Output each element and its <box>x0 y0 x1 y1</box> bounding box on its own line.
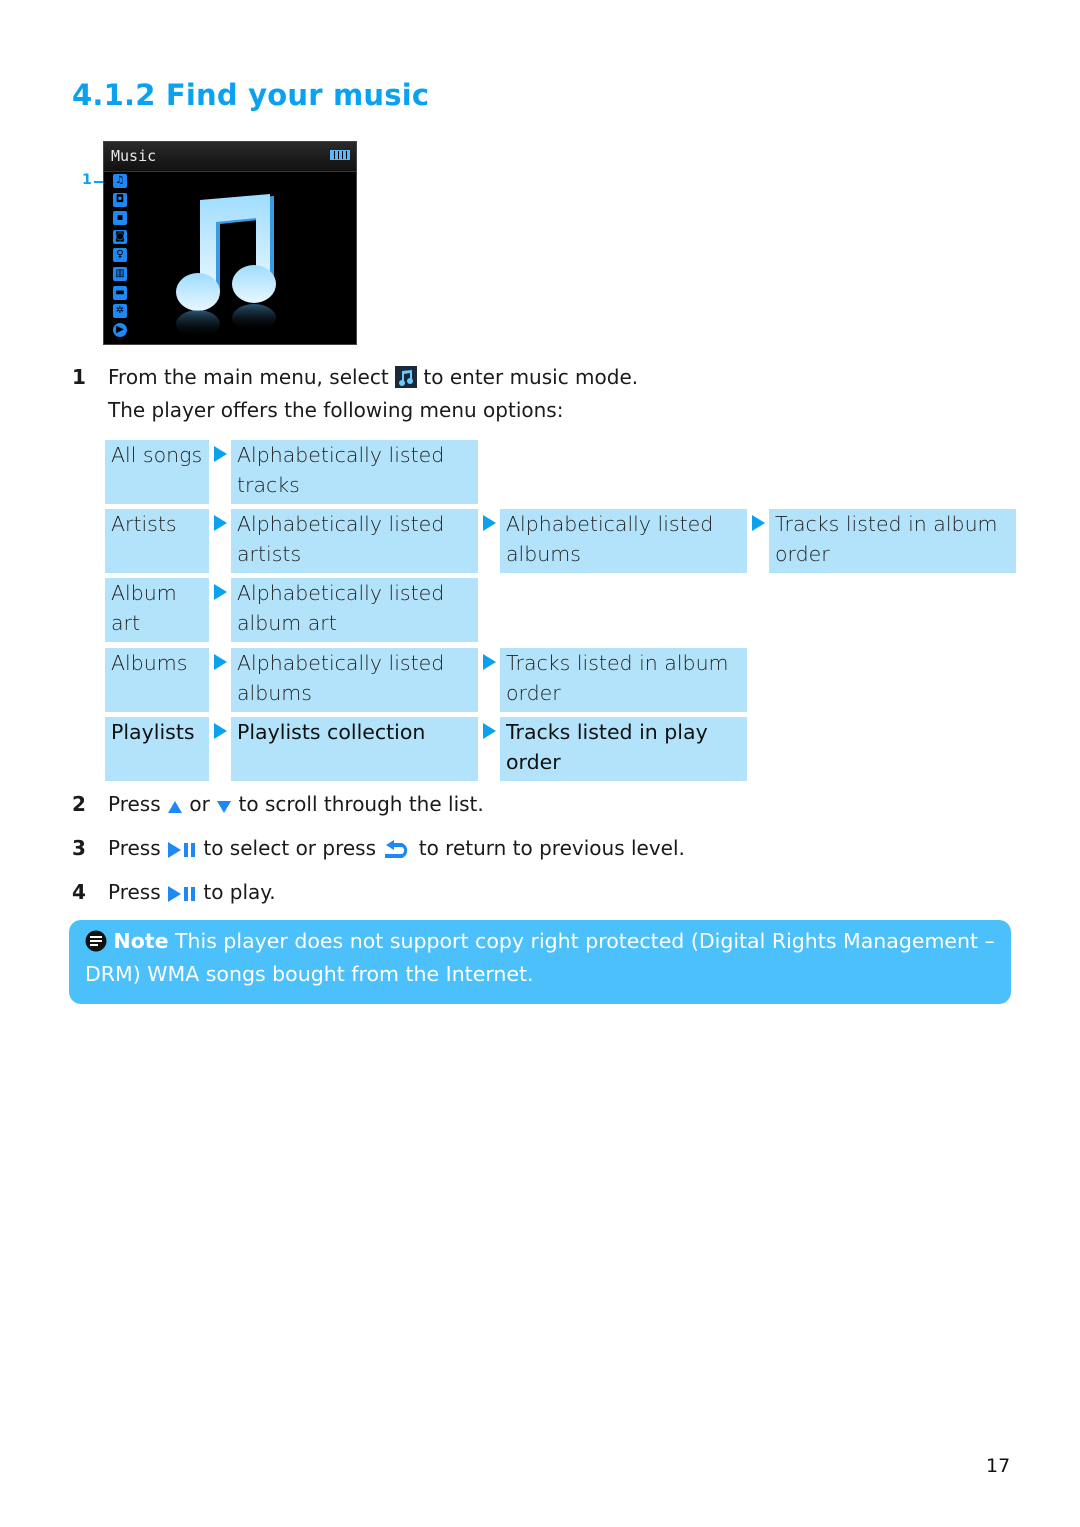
step-text: From the main menu, select <box>108 365 396 389</box>
step-text: Press <box>108 836 167 860</box>
step-4: 4 Press to play. <box>72 878 276 911</box>
menu-icon-column: ♫ ◘ ▪ ◙ ♀ ▥ ▬ ✲ ▶ <box>113 174 129 341</box>
book-icon: ▥ <box>113 266 127 281</box>
menu-level-2: Tracks listed in album order <box>500 648 747 712</box>
gear-icon: ✲ <box>113 304 127 319</box>
menu-label: Album art <box>105 578 209 642</box>
section-heading: 4.1.2 Find your music <box>72 78 430 112</box>
arrow-right-icon <box>483 654 496 670</box>
step-text: to return to previous level. <box>412 836 685 860</box>
play-pause-icon <box>167 838 197 867</box>
menu-label: Artists <box>105 509 209 573</box>
step-text: Press <box>108 880 167 904</box>
microphone-icon: ♀ <box>113 248 127 263</box>
arrow-right-icon <box>483 515 496 531</box>
play-pause-icon <box>167 882 197 911</box>
play-circle-icon: ▶ <box>113 322 127 337</box>
step-3: 3 Press to select or press to return to p… <box>72 834 685 867</box>
menu-level-1: Playlists collection <box>231 717 478 781</box>
camera-icon: ◘ <box>113 192 127 207</box>
step-text: to play. <box>197 880 276 904</box>
battery-full-icon <box>330 150 350 160</box>
step-text: to scroll through the list. <box>232 792 484 816</box>
arrow-right-icon <box>214 654 227 670</box>
step-number: 1 <box>72 365 86 389</box>
arrow-right-icon <box>214 446 227 462</box>
device-screen: Music ♫ ◘ ▪ ◙ ♀ ▥ ▬ ✲ ▶ <box>103 141 357 345</box>
step-number: 3 <box>72 836 86 860</box>
screen-title: Music <box>111 147 157 165</box>
step-text: or <box>183 792 217 816</box>
menu-label: Albums <box>105 648 209 712</box>
video-camera-icon: ▪ <box>113 211 127 226</box>
note-box: Note This player does not support copy r… <box>69 920 1011 1004</box>
up-triangle-icon <box>167 794 183 823</box>
step-text-line2: The player offers the following menu opt… <box>108 398 564 422</box>
arrow-right-icon <box>214 584 227 600</box>
step-text: Press <box>108 792 167 816</box>
page-number: 17 <box>986 1455 1011 1477</box>
step-number: 2 <box>72 792 86 816</box>
menu-label: All songs <box>105 440 209 504</box>
note-text: This player does not support copy right … <box>85 929 995 986</box>
step-2: 2 Press or to scroll through the list. <box>72 790 484 823</box>
note-icon <box>85 930 107 960</box>
menu-level-1: Alphabetically listed tracks <box>231 440 478 504</box>
menu-level-1: Alphabetically listed album art <box>231 578 478 642</box>
back-arrow-icon <box>382 837 412 867</box>
step-text: to enter music mode. <box>417 365 639 389</box>
menu-level-1: Alphabetically listed albums <box>231 648 478 712</box>
music-note-icon <box>176 194 276 338</box>
music-icon <box>395 366 418 396</box>
menu-label: Playlists <box>105 717 209 781</box>
arrow-right-icon <box>214 515 227 531</box>
arrow-right-icon <box>214 723 227 739</box>
music-note-icon: ♫ <box>113 174 127 188</box>
down-triangle-icon <box>216 794 232 823</box>
step-number: 4 <box>72 880 86 904</box>
screen-header: Music <box>104 142 356 172</box>
radio-icon: ◙ <box>113 229 127 244</box>
menu-level-3: Tracks listed in album order <box>769 509 1016 573</box>
step-text: to select or press <box>197 836 383 860</box>
callout-number: 1 <box>82 172 92 188</box>
note-label: Note <box>113 929 169 953</box>
menu-level-2: Tracks listed in play order <box>500 717 747 781</box>
step-1: 1 From the main menu, select to enter mus… <box>72 363 638 425</box>
folder-icon: ▬ <box>113 285 127 300</box>
arrow-right-icon <box>483 723 496 739</box>
arrow-right-icon <box>752 515 765 531</box>
menu-level-1: Alphabetically listed artists <box>231 509 478 573</box>
menu-level-2: Alphabetically listed albums <box>500 509 747 573</box>
